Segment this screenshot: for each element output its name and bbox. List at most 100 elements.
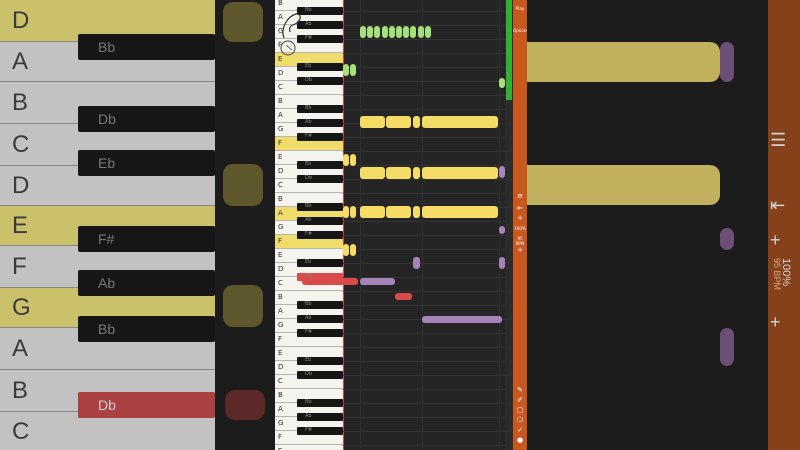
square-icon[interactable]: ▢ bbox=[516, 406, 524, 414]
plus-icon[interactable]: + bbox=[516, 214, 524, 222]
record-icon[interactable]: ● bbox=[516, 436, 524, 444]
black-key-label: Bb bbox=[305, 105, 312, 111]
piano-roll-grid[interactable] bbox=[302, 0, 505, 450]
midi-note[interactable] bbox=[343, 64, 349, 76]
midi-note[interactable] bbox=[360, 278, 395, 285]
black-key[interactable]: Eb bbox=[297, 357, 343, 365]
tab-options[interactable]: Options bbox=[513, 28, 527, 33]
midi-note[interactable] bbox=[360, 206, 385, 218]
grid-row-line bbox=[343, 347, 505, 348]
black-key[interactable]: Ab bbox=[297, 119, 343, 127]
black-key[interactable]: Ab bbox=[297, 217, 343, 225]
white-key-label: A bbox=[278, 209, 283, 217]
grid-row-line bbox=[343, 249, 505, 250]
midi-note[interactable] bbox=[403, 26, 409, 38]
grid-row-line bbox=[343, 403, 505, 404]
midi-note[interactable] bbox=[396, 26, 402, 38]
black-key[interactable]: F# bbox=[297, 427, 343, 435]
midi-note[interactable] bbox=[343, 206, 349, 218]
grid-row-line bbox=[343, 333, 505, 334]
midi-note[interactable] bbox=[410, 26, 416, 38]
midi-note[interactable] bbox=[343, 154, 349, 166]
midi-note[interactable] bbox=[422, 316, 502, 323]
white-key-label: C bbox=[278, 83, 283, 91]
white-key[interactable]: E bbox=[275, 445, 343, 450]
grid-row-line bbox=[343, 305, 505, 306]
scrollbar-thumb[interactable] bbox=[506, 0, 512, 100]
midi-note[interactable] bbox=[350, 64, 356, 76]
midi-note[interactable] bbox=[343, 244, 349, 256]
midi-note[interactable] bbox=[395, 293, 412, 300]
midi-note[interactable] bbox=[418, 26, 424, 38]
white-key-label: F bbox=[278, 433, 283, 441]
black-key[interactable]: Eb bbox=[297, 259, 343, 267]
midi-note[interactable] bbox=[386, 167, 411, 179]
black-key[interactable]: Db bbox=[297, 77, 343, 85]
black-key[interactable]: Bb bbox=[297, 399, 343, 407]
midi-note[interactable] bbox=[386, 206, 411, 218]
white-key-label: B bbox=[278, 0, 283, 7]
grid-row-line bbox=[343, 375, 505, 376]
black-key[interactable]: Eb bbox=[297, 161, 343, 169]
midi-note[interactable] bbox=[413, 257, 420, 269]
midi-note[interactable] bbox=[413, 116, 420, 128]
white-key-label: A bbox=[278, 405, 283, 413]
grid-row-line bbox=[343, 445, 505, 446]
midi-note[interactable] bbox=[360, 167, 385, 179]
black-key[interactable]: F# bbox=[297, 133, 343, 141]
midi-note[interactable] bbox=[350, 154, 356, 166]
white-key-label: C bbox=[278, 377, 283, 385]
white-key-label: D bbox=[278, 167, 284, 175]
black-key[interactable]: Ab bbox=[297, 315, 343, 323]
white-key-label: F bbox=[278, 237, 283, 245]
black-key-label: F# bbox=[305, 133, 313, 139]
pencil-icon[interactable]: ✎ bbox=[516, 386, 524, 394]
vertical-scrollbar[interactable] bbox=[505, 0, 513, 450]
black-key[interactable]: Db bbox=[297, 371, 343, 379]
grid-row-line bbox=[343, 389, 505, 390]
black-key[interactable]: Bb bbox=[297, 301, 343, 309]
brush-icon[interactable]: ✐ bbox=[516, 396, 524, 404]
black-key[interactable]: Bb bbox=[297, 203, 343, 211]
midi-note[interactable] bbox=[302, 278, 358, 285]
white-key-label: G bbox=[278, 223, 284, 231]
midi-note[interactable] bbox=[367, 26, 373, 38]
midi-note[interactable] bbox=[413, 167, 420, 179]
piano-keyboard[interactable]: BAGFEDCBAGFEDCBAGFEDCBAGFEDCBAGFEBbAbF#E… bbox=[275, 0, 343, 450]
midi-note[interactable] bbox=[382, 26, 388, 38]
black-key[interactable]: F# bbox=[297, 329, 343, 337]
midi-note[interactable] bbox=[389, 26, 395, 38]
midi-note[interactable] bbox=[413, 206, 420, 218]
tab-play[interactable]: Play bbox=[513, 6, 527, 11]
black-key[interactable]: F# bbox=[297, 231, 343, 239]
black-key[interactable]: Bb bbox=[297, 105, 343, 113]
grid-row-line bbox=[343, 39, 505, 40]
white-key-label: E bbox=[278, 349, 283, 357]
black-key-label: F# bbox=[305, 427, 313, 433]
black-key-label: F# bbox=[305, 231, 313, 237]
grid-row-line bbox=[343, 291, 505, 292]
midi-note[interactable] bbox=[360, 26, 366, 38]
check-icon[interactable]: ✓ bbox=[516, 426, 524, 434]
midi-note[interactable] bbox=[350, 206, 356, 218]
grid-beat-line bbox=[360, 0, 361, 450]
midi-note[interactable] bbox=[374, 26, 380, 38]
black-key[interactable]: Db bbox=[297, 175, 343, 183]
plus-icon[interactable]: + bbox=[516, 246, 524, 254]
black-key-label: Bb bbox=[305, 301, 312, 307]
black-key[interactable]: Eb bbox=[297, 63, 343, 71]
midi-note[interactable] bbox=[422, 167, 498, 179]
midi-note[interactable] bbox=[350, 244, 356, 256]
black-key[interactable]: Ab bbox=[297, 413, 343, 421]
midi-note[interactable] bbox=[360, 116, 385, 128]
midi-note[interactable] bbox=[422, 206, 498, 218]
midi-note[interactable] bbox=[425, 26, 431, 38]
grid-row-line bbox=[343, 151, 505, 152]
grid-beat-line bbox=[499, 0, 500, 450]
lasso-icon[interactable]: ❍ bbox=[516, 416, 524, 424]
white-key-label: B bbox=[278, 391, 283, 399]
midi-note[interactable] bbox=[422, 116, 498, 128]
midi-note[interactable] bbox=[386, 116, 411, 128]
rewind-icon[interactable]: ⇤ bbox=[516, 204, 524, 212]
menu-icon[interactable]: ≡ bbox=[516, 192, 524, 200]
